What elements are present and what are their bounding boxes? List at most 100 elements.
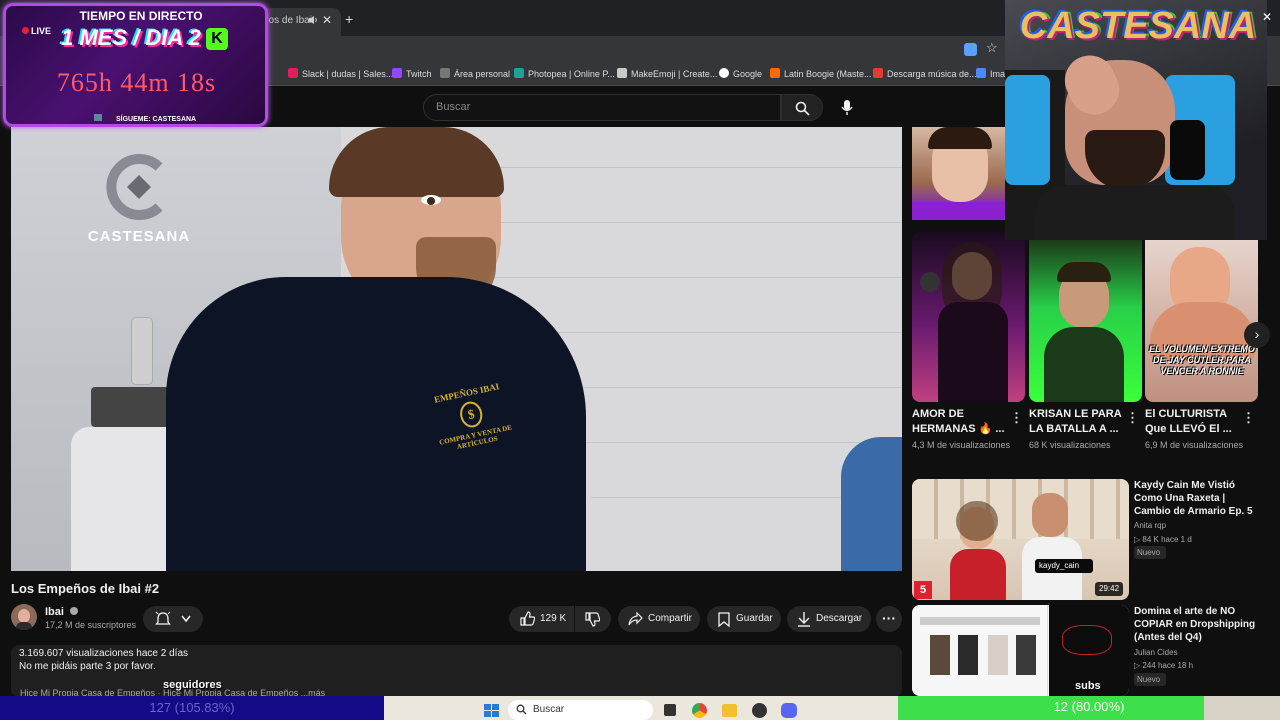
search-icon [516, 704, 527, 715]
twitch-icon [392, 68, 402, 78]
save-playlist-icon [718, 612, 730, 627]
short-views-2: 68 K visualizaciones [1029, 440, 1111, 450]
short-menu-icon-2[interactable]: ⋮ [1126, 410, 1139, 426]
dislike-button[interactable] [575, 606, 611, 632]
taskbar-search[interactable]: Buscar [508, 700, 653, 720]
photopea-icon [514, 68, 524, 78]
recommended-meta-1: ▷ 84 K hace 1 d [1134, 535, 1192, 544]
file-explorer-icon[interactable] [722, 704, 737, 717]
channel-avatar[interactable] [11, 604, 37, 630]
bookmark-star-icon[interactable]: ☆ [986, 40, 998, 56]
short-card-3[interactable]: EL VOLUMEN EXTREMO DE JAY CUTLER PARA VE… [1145, 232, 1258, 402]
recommended-channel-2[interactable]: Julian Cides [1134, 648, 1178, 657]
window-close-icon[interactable]: ✕ [1262, 10, 1272, 24]
overlay-follow: SÍGUEME: CASTESANA [94, 114, 196, 123]
new-badge-1: Nuevo [1134, 546, 1166, 559]
bookmark-photopea[interactable]: Photopea | Online P... [514, 68, 615, 79]
music-download-icon [873, 68, 883, 78]
obs-icon[interactable] [752, 703, 767, 718]
browser-tab-title: ños de Ibai [263, 15, 312, 26]
video-player[interactable]: EMPEÑOS IBAI $ COMPRA Y VENTA DE ARTÍCUL… [11, 127, 902, 571]
more-actions-button[interactable]: ··· [876, 606, 902, 632]
share-button[interactable]: Compartir [618, 606, 700, 632]
bookmark-latin-boogie[interactable]: Latin Boogie (Maste... [770, 68, 872, 79]
bookmark-google[interactable]: Google [719, 68, 762, 79]
bookmark-twitch[interactable]: Twitch [392, 68, 432, 79]
bookmark-descarga-musica[interactable]: Descarga música de... [873, 68, 977, 79]
makeemoji-icon [617, 68, 627, 78]
live-indicator: LIVE [22, 26, 51, 36]
recommended-title-2[interactable]: Domina el arte de NO COPIAR en Dropshipp… [1134, 605, 1264, 644]
short-title-2[interactable]: KRISAN LE PARA LA BATALLA A ... [1029, 407, 1129, 437]
social-icon [94, 114, 102, 121]
cam-logo: CASTESANA [1019, 5, 1257, 47]
new-tab-icon[interactable]: + [345, 11, 353, 27]
recommended-thumbnail-top[interactable] [912, 127, 1007, 220]
video-overlay-tag: kaydy_cain [1035, 559, 1093, 573]
notification-bell-button[interactable] [143, 606, 203, 632]
bookmark-ima[interactable]: Ima [976, 68, 1005, 79]
episode-badge: 5 [914, 581, 932, 599]
windows-start-icon[interactable] [484, 704, 500, 718]
overlay-day: 1 MES / DIA 2 [61, 25, 201, 50]
more-horizontal-icon: ··· [882, 610, 896, 626]
latin-boogie-icon [770, 68, 780, 78]
castesana-logo-icon [106, 154, 163, 220]
google-icon [719, 68, 729, 78]
view-stats: 3.169.607 visualizaciones hace 2 días [19, 648, 189, 659]
voice-search-button[interactable] [833, 94, 861, 122]
overlay-timer: 765h 44m 18s [56, 68, 217, 97]
short-title-1[interactable]: AMOR DE HERMANAS 🔥 ... [912, 407, 1012, 437]
short-title-3[interactable]: El CULTURISTA Que LLEVÓ El ... [1145, 407, 1245, 437]
search-input[interactable]: Buscar [423, 94, 781, 121]
extension-icon[interactable] [964, 43, 977, 56]
recommended-thumbnail-1[interactable]: kaydy_cain 5 29:42 [912, 479, 1129, 600]
image-icon [976, 68, 986, 78]
recommended-channel-1[interactable]: Anita rqp [1134, 521, 1166, 530]
new-badge-2: Nuevo [1134, 673, 1166, 686]
description-text: No me pidáis parte 3 por favor. [19, 661, 156, 672]
short-menu-icon-1[interactable]: ⋮ [1010, 410, 1023, 426]
task-view-icon[interactable] [664, 704, 676, 716]
speaker-icon[interactable] [308, 15, 318, 25]
live-dot-icon [22, 27, 29, 34]
subscriber-count: 17,2 M de suscriptores [45, 620, 137, 630]
chrome-icon[interactable] [692, 703, 707, 718]
streamer-webcam: CASTESANA [1005, 0, 1267, 240]
video-title: Los Empeños de Ibai #2 [11, 581, 160, 596]
video-duration: 29:42 [1095, 582, 1124, 596]
stream-timer-overlay: LIVE TIEMPO EN DIRECTO 1 MES / DIA 2 K 7… [3, 3, 268, 127]
bookmark-area-personal[interactable]: Área personal [440, 68, 510, 79]
follower-goal-bar: 127 (105.83%) [0, 696, 384, 720]
channel-name[interactable]: Ibai [45, 606, 79, 618]
close-tab-icon[interactable]: ✕ [322, 13, 332, 27]
short-views-3: 6,9 M de visualizaciones [1145, 440, 1244, 450]
thumbs-up-icon [520, 611, 535, 626]
short-card-1[interactable] [912, 232, 1025, 402]
shorts-next-arrow-icon[interactable]: › [1244, 322, 1270, 348]
short-card-2[interactable] [1029, 232, 1142, 402]
slack-icon [288, 68, 298, 78]
bell-icon [155, 611, 171, 625]
discord-icon[interactable] [781, 703, 797, 718]
subs-label: subs [1075, 680, 1101, 692]
thumbs-down-icon [585, 612, 600, 627]
bookmark-makeemoji[interactable]: MakeEmoji | Create... [617, 68, 717, 79]
chevron-down-icon [181, 615, 191, 623]
bookmark-slack[interactable]: Slack | dudas | Sales... [288, 68, 393, 79]
bookmark-icon [440, 68, 450, 78]
recommended-meta-2: ▷ 244 hace 18 h [1134, 661, 1194, 670]
seguidores-label: seguidores [163, 679, 222, 691]
castesana-watermark: CASTESANA [79, 147, 199, 245]
download-button[interactable]: Descargar [787, 606, 871, 632]
short-menu-icon-3[interactable]: ⋮ [1242, 410, 1255, 426]
verified-icon [70, 607, 79, 615]
short-thumb-caption: EL VOLUMEN EXTREMO DE JAY CUTLER PARA VE… [1149, 344, 1255, 376]
short-views-1: 4,3 M de visualizaciones [912, 440, 1011, 450]
search-button[interactable] [781, 94, 823, 121]
sub-goal-bar: 12 (80.00%) [898, 696, 1280, 720]
recommended-title-1[interactable]: Kaydy Cain Me Vistió Como Una Raxeta | C… [1134, 479, 1264, 518]
save-button[interactable]: Guardar [707, 606, 781, 632]
kick-icon: K [206, 28, 228, 50]
like-button[interactable]: 129 K [509, 606, 574, 632]
